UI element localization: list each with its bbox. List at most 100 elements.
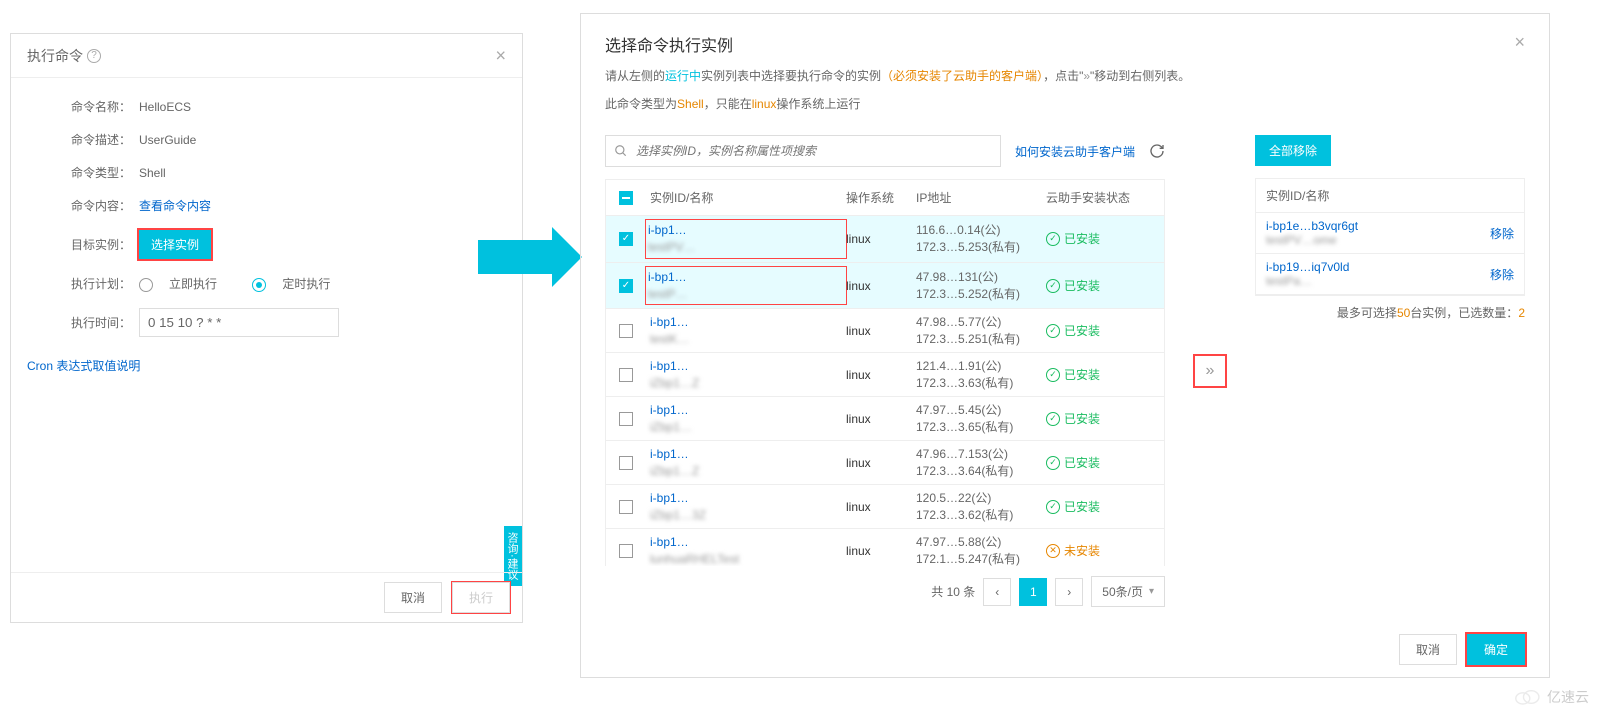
target-label: 目标实例 (71, 236, 139, 253)
row-checkbox[interactable] (619, 368, 633, 382)
next-page-button[interactable]: › (1055, 578, 1083, 606)
instance-id[interactable]: i-bp1… (648, 269, 844, 286)
close-icon[interactable]: × (1514, 32, 1525, 53)
table-header: 实例ID/名称 操作系统 IP地址 云助手安装状态 (606, 180, 1164, 216)
instance-name: lunhuaRHELTest (650, 551, 846, 566)
search-icon (614, 144, 628, 158)
cron-help-link[interactable]: Cron 表达式取值说明 (27, 357, 502, 374)
remove-link[interactable]: 移除 (1490, 225, 1514, 242)
instance-name: testPV… (648, 239, 844, 256)
instance-id[interactable]: i-bp1… (650, 314, 846, 331)
check-icon: ✓ (1046, 412, 1060, 426)
chevron-down-icon: ▾ (1149, 586, 1154, 597)
search-input[interactable] (636, 144, 992, 158)
refresh-icon[interactable] (1149, 143, 1165, 159)
execute-button[interactable]: 执行 (452, 582, 510, 613)
row-checkbox[interactable] (619, 412, 633, 426)
row-checkbox[interactable] (619, 544, 633, 558)
check-icon: ✓ (1046, 456, 1060, 470)
selected-id[interactable]: i-bp1e…b3vqr6gt (1266, 219, 1358, 233)
instance-id[interactable]: i-bp1… (648, 222, 844, 239)
x-icon: ✕ (1046, 544, 1060, 558)
check-icon: ✓ (1046, 368, 1060, 382)
radio-immediate[interactable] (139, 278, 153, 292)
install-help-link[interactable]: 如何安装云助手客户端 (1015, 143, 1135, 160)
description-2: 此命令类型为Shell，只能在linux操作系统上运行 (605, 94, 1525, 116)
table-row[interactable]: i-bp1…testP… linux 47.98…131(公)172.3…5.2… (606, 263, 1164, 310)
instance-name: testP… (648, 286, 844, 303)
panel-header: 执行命令 ? × (11, 34, 522, 78)
instance-name: testK… (650, 331, 846, 348)
page-size-select[interactable]: 50条/页▾ (1091, 576, 1165, 607)
selected-row: i-bp1e…b3vqr6gttestPV…ome移除 (1256, 213, 1524, 254)
content-label: 命令内容 (71, 197, 139, 214)
cron-input[interactable] (139, 308, 339, 337)
table-row[interactable]: i-bp1…iZbp1…Z linux 121.4…1.91(公)172.3…3… (606, 353, 1164, 397)
table-row[interactable]: i-bp1…testPV… linux 116.6…0.14(公)172.3…5… (606, 216, 1164, 263)
table-row[interactable]: i-bp1…testK… linux 47.98…5.77(公)172.3…5.… (606, 309, 1164, 353)
desc-label: 命令描述 (71, 131, 139, 148)
table-row[interactable]: i-bp1…iZbp1…3Z linux 120.5…22(公)172.3…3.… (606, 485, 1164, 529)
execute-command-panel: 执行命令 ? × 命令名称HelloECS 命令描述UserGuide 命令类型… (10, 33, 523, 623)
time-label: 执行时间 (71, 314, 139, 331)
watermark: 亿速云 (1513, 687, 1589, 707)
remove-all-button[interactable]: 全部移除 (1255, 135, 1331, 166)
select-instance-button[interactable]: 选择实例 (139, 230, 211, 259)
remove-link[interactable]: 移除 (1490, 266, 1514, 283)
search-box[interactable] (605, 135, 1001, 167)
check-icon: ✓ (1046, 232, 1060, 246)
table-row[interactable]: i-bp1…iZbp1…Z linux 47.96…7.153(公)172.3…… (606, 441, 1164, 485)
transfer-right-button[interactable]: » (1195, 356, 1225, 386)
instance-name: iZbp1…Z (650, 463, 846, 480)
radio-scheduled[interactable] (252, 278, 266, 292)
instance-id[interactable]: i-bp1… (650, 446, 846, 463)
name-value: HelloECS (139, 100, 191, 114)
os-cell: linux (846, 544, 916, 558)
row-checkbox[interactable] (619, 279, 633, 293)
os-cell: linux (846, 500, 916, 514)
close-icon[interactable]: × (495, 45, 506, 66)
help-icon[interactable]: ? (87, 49, 101, 63)
instance-id[interactable]: i-bp1… (650, 358, 846, 375)
instance-id[interactable]: i-bp1… (650, 402, 846, 419)
cancel-button[interactable]: 取消 (1399, 634, 1457, 665)
selection-summary: 最多可选择50台实例，已选数量：2 (1255, 304, 1525, 321)
row-checkbox[interactable] (619, 324, 633, 338)
panel-title: 执行命令 (27, 46, 83, 66)
check-icon: ✓ (1046, 279, 1060, 293)
select-all-checkbox[interactable] (619, 191, 633, 205)
os-cell: linux (846, 368, 916, 382)
os-cell: linux (846, 456, 916, 470)
page-1-button[interactable]: 1 (1019, 578, 1047, 606)
check-icon: ✓ (1046, 324, 1060, 338)
total-count: 共 10 条 (931, 583, 975, 600)
type-label: 命令类型 (71, 164, 139, 181)
selected-row: i-bp19…iq7v0ldtestPa… 移除 (1256, 254, 1524, 295)
selected-name: testPa… (1266, 274, 1349, 288)
check-icon: ✓ (1046, 500, 1060, 514)
view-content-link[interactable]: 查看命令内容 (139, 197, 211, 214)
row-checkbox[interactable] (619, 456, 633, 470)
selected-id[interactable]: i-bp19…iq7v0ld (1266, 260, 1349, 274)
description-1: 请从左侧的运行中实例列表中选择要执行命令的实例（必须安装了云助手的客户端），点击… (605, 66, 1525, 88)
selected-header: 实例ID/名称 (1256, 179, 1524, 213)
os-cell: linux (846, 324, 916, 338)
modal-title: 选择命令执行实例 (605, 38, 733, 55)
row-checkbox[interactable] (619, 500, 633, 514)
table-row[interactable]: i-bp1…iZbp1… linux 47.97…5.45(公)172.3…3.… (606, 397, 1164, 441)
cancel-button[interactable]: 取消 (384, 582, 442, 613)
type-value: Shell (139, 166, 166, 180)
table-row[interactable]: i-bp1…lunhuaRHELTest linux 47.97…5.88(公)… (606, 529, 1164, 566)
os-cell: linux (846, 232, 916, 246)
select-instance-panel: 选择命令执行实例 × 请从左侧的运行中实例列表中选择要执行命令的实例（必须安装了… (580, 13, 1550, 678)
plan-label: 执行计划 (71, 275, 139, 292)
instance-name: iZbp1… (650, 419, 846, 436)
confirm-button[interactable]: 确定 (1467, 634, 1525, 665)
instance-name: iZbp1…Z (650, 375, 846, 392)
name-label: 命令名称 (71, 98, 139, 115)
prev-page-button[interactable]: ‹ (983, 578, 1011, 606)
instance-id[interactable]: i-bp1… (650, 490, 846, 507)
os-cell: linux (846, 279, 916, 293)
row-checkbox[interactable] (619, 232, 633, 246)
instance-id[interactable]: i-bp1… (650, 534, 846, 551)
